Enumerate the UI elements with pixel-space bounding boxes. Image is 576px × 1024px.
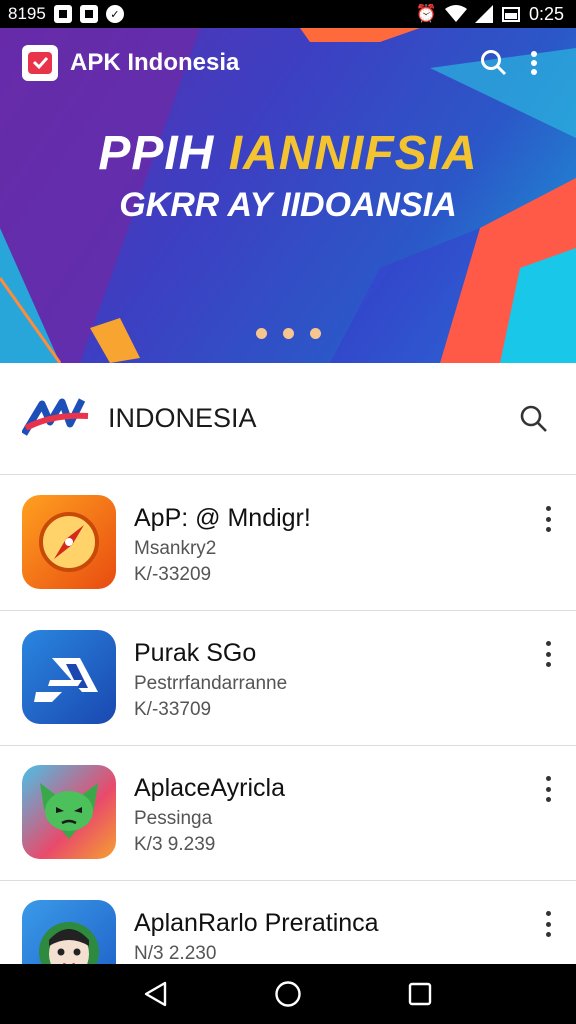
vpn-notification-icon: ✓ [105, 5, 124, 23]
green-creature-icon [22, 765, 116, 859]
banner-headline-part2: IANNIFSIA [228, 127, 478, 180]
wifi-icon [444, 5, 467, 22]
photo-notification-icon [79, 5, 98, 23]
app-list: ApP: @ Mndigr! Msankry2 K/-33209 Purak S… [0, 476, 576, 1016]
alarm-icon: ⏰ [415, 4, 437, 23]
battery-icon [501, 7, 520, 22]
app-title: APK Indonesia [70, 49, 240, 76]
section-search-button[interactable] [514, 399, 554, 439]
banner-headline-part1: PPIH [98, 127, 229, 180]
search-button[interactable] [474, 43, 514, 83]
item-more-button[interactable] [538, 639, 558, 669]
app-name: Purak SGo [134, 639, 257, 667]
back-button[interactable] [136, 974, 176, 1014]
status-bar: 8195 ✓ ⏰ 0:25 [0, 0, 576, 28]
section-header: INDONESIA [0, 363, 576, 475]
recents-button[interactable] [400, 974, 440, 1014]
section-title: INDONESIA [108, 403, 257, 433]
item-more-button[interactable] [538, 504, 558, 534]
carousel-dot[interactable] [309, 328, 321, 339]
stripes-icon [22, 630, 116, 724]
app-name: AplaceAyricla [134, 774, 286, 802]
list-item[interactable]: AplaceAyricla Pessinga K/3 9.239 [0, 746, 576, 881]
more-vert-icon [531, 51, 537, 75]
carousel-indicator[interactable] [0, 328, 576, 339]
app-meta: N/3 2.230 [134, 943, 217, 964]
search-icon [481, 50, 507, 76]
status-left-text: 8195 [8, 4, 46, 23]
app-name: AplanRarlo Preratinca [134, 909, 379, 937]
compass-icon [22, 495, 116, 589]
list-item[interactable]: Purak SGo Pestrrfandarranne K/-33709 [0, 611, 576, 746]
app-subtitle: Msankry2 [134, 538, 217, 559]
app-logo [22, 45, 58, 81]
carousel-dot[interactable] [282, 328, 294, 339]
banner-subheadline: GKRR AY IIDOANSIA [119, 186, 457, 224]
app-subtitle: Pessinga [134, 808, 213, 829]
home-icon [275, 981, 301, 1007]
app-meta: K/-33209 [134, 564, 212, 585]
status-time: 0:25 [528, 3, 564, 24]
item-more-button[interactable] [538, 774, 558, 804]
item-more-button[interactable] [538, 909, 558, 939]
heart-check-icon [28, 52, 52, 74]
overflow-menu-button[interactable] [514, 43, 554, 83]
recents-icon [408, 982, 432, 1006]
home-button[interactable] [268, 974, 308, 1014]
app-bar: APK Indonesia [0, 28, 576, 98]
signal-icon [474, 5, 493, 23]
notification-icon [53, 5, 72, 23]
app-meta: K/-33709 [134, 699, 212, 720]
app-meta: K/3 9.239 [134, 834, 216, 855]
app-subtitle: Pestrrfandarranne [134, 673, 288, 694]
back-icon [144, 981, 167, 1007]
list-item[interactable]: ApP: @ Mndigr! Msankry2 K/-33209 [0, 476, 576, 611]
carousel-dot[interactable] [255, 328, 267, 339]
indonesia-logo-icon [22, 397, 89, 436]
hero-banner[interactable]: APK Indonesia PPIH IANNIFSIA GKRR AY IID… [0, 28, 576, 363]
search-icon [520, 405, 547, 432]
app-name: ApP: @ Mndigr! [134, 504, 311, 532]
banner-headline: PPIH IANNIFSIA [0, 126, 576, 181]
system-nav-bar [0, 964, 576, 1024]
